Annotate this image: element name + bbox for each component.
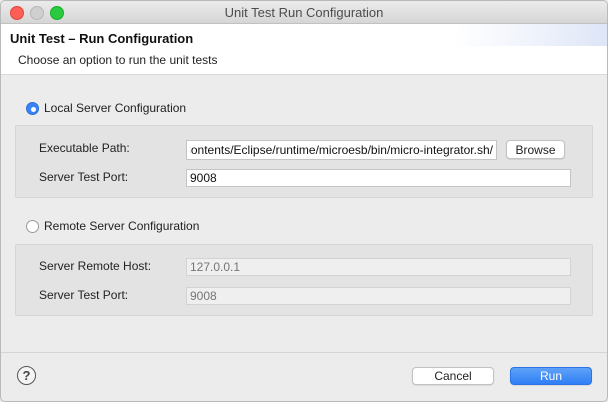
remote-host-input[interactable]	[186, 258, 571, 276]
executable-path-input[interactable]	[186, 140, 497, 160]
local-test-port-label: Server Test Port:	[39, 170, 129, 184]
help-icon[interactable]: ?	[17, 366, 36, 385]
window-title: Unit Test Run Configuration	[224, 5, 384, 20]
local-server-radio-label: Local Server Configuration	[44, 101, 187, 115]
title-bar: Unit Test Run Configuration	[1, 1, 607, 24]
browse-button[interactable]: Browse	[506, 140, 565, 159]
remote-server-radio-label: Remote Server Configuration	[44, 219, 200, 233]
dialog-title: Unit Test – Run Configuration	[10, 31, 194, 46]
remote-host-label: Server Remote Host:	[39, 259, 152, 273]
dialog-window: Unit Test Run Configuration Unit Test – …	[0, 0, 608, 402]
footer-divider	[1, 352, 607, 353]
dialog-subtitle: Choose an option to run the unit tests	[18, 53, 218, 67]
local-server-radio-option[interactable]: Local Server Configuration	[26, 101, 186, 115]
local-server-group	[15, 125, 593, 198]
banner-decoration	[457, 24, 607, 46]
local-test-port-input[interactable]	[186, 169, 571, 187]
executable-path-label: Executable Path:	[39, 141, 130, 155]
cancel-button[interactable]: Cancel	[412, 367, 494, 385]
remote-server-radio-option[interactable]: Remote Server Configuration	[26, 219, 199, 233]
remote-test-port-input[interactable]	[186, 287, 571, 305]
remote-test-port-label: Server Test Port:	[39, 288, 129, 302]
run-button[interactable]: Run	[510, 367, 592, 385]
local-server-radio[interactable]	[26, 101, 39, 115]
dialog-banner: Unit Test – Run Configuration Choose an …	[1, 24, 607, 75]
remote-server-radio[interactable]	[26, 219, 39, 233]
remote-server-group	[15, 244, 593, 316]
